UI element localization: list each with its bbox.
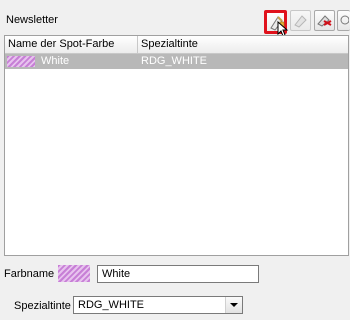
column-header-name[interactable]: Name der Spot-Farbe [5,36,138,53]
delete-spot-color-button[interactable] [314,10,335,31]
table-row[interactable]: White RDG_WHITE [5,54,348,69]
more-button[interactable] [337,10,350,31]
chevron-down-icon[interactable] [225,297,242,313]
row-spezialtinte: RDG_WHITE [141,55,207,67]
new-spot-color-button[interactable] [264,10,289,37]
delete-spot-color-icon [317,15,332,27]
row-name: White [41,55,70,67]
edit-spot-color-icon [294,15,307,28]
spot-color-list[interactable]: Name der Spot-Farbe Spezialtinte White R… [4,35,349,256]
farbname-input[interactable]: White [97,265,259,283]
more-icon [340,15,349,25]
farbname-label: Farbname : [4,268,61,280]
spezialtinte-label: Spezialtinte : [14,300,77,312]
spezialtinte-value: RDG_WHITE [78,299,144,311]
color-swatch [7,56,35,67]
farbname-color-swatch[interactable] [58,265,90,282]
spezialtinte-select[interactable]: RDG_WHITE [73,296,243,314]
edit-spot-color-button[interactable] [290,10,311,31]
page-title: Newsletter [6,14,58,26]
column-header-spezialtinte[interactable]: Spezialtinte [138,36,348,53]
list-header: Name der Spot-Farbe Spezialtinte [5,36,348,54]
